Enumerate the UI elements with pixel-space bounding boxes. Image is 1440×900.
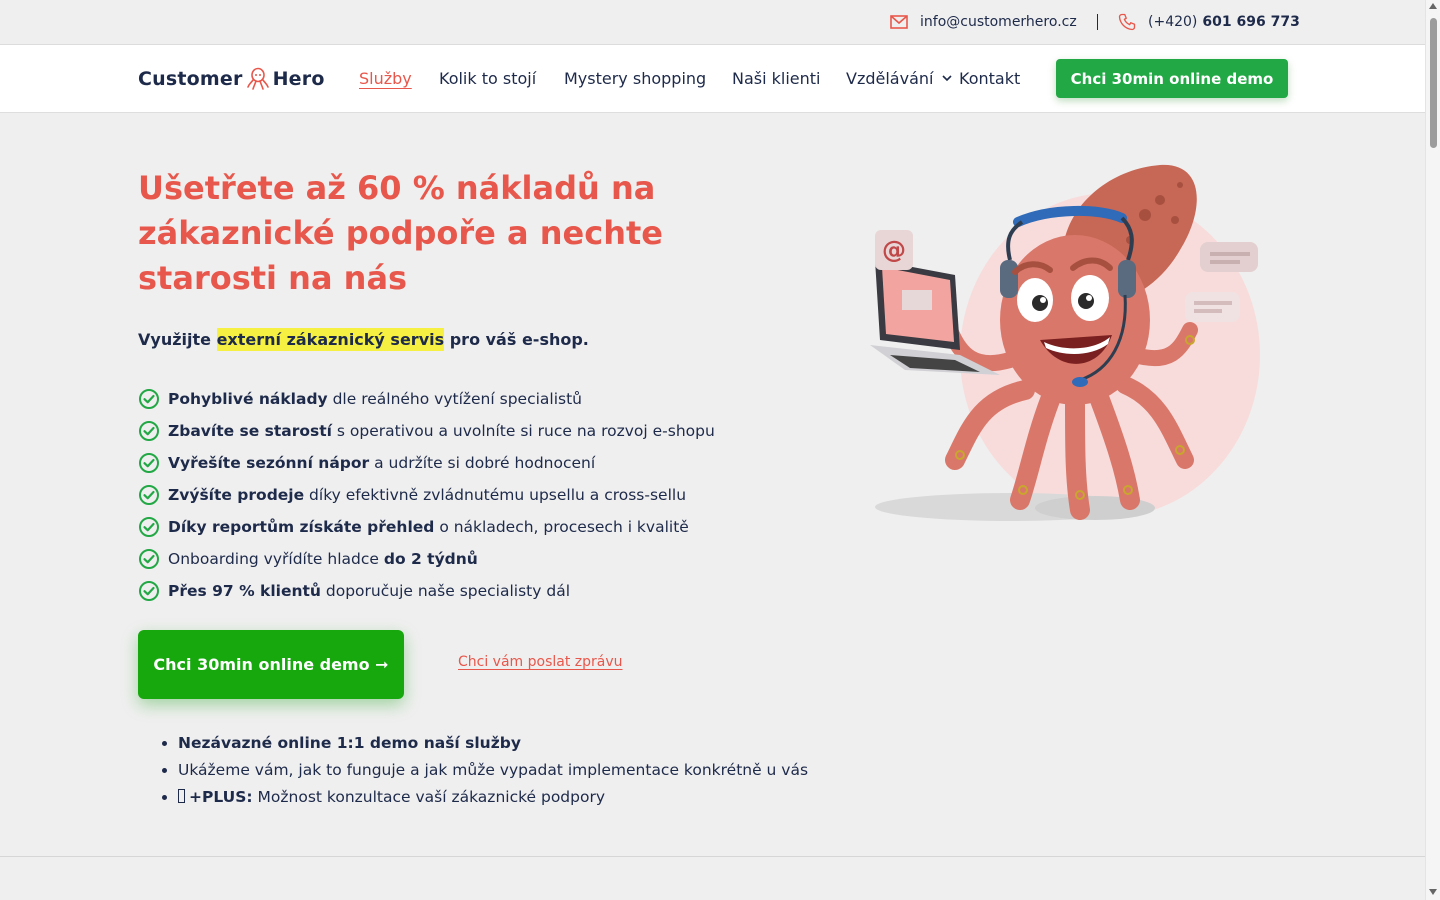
- check-circle-icon: [139, 389, 159, 409]
- contact-separator: [1097, 14, 1098, 30]
- lead-after: pro váš e-shop.: [449, 330, 589, 349]
- demo-point-text: Možnost konzultace vaší zákaznické podpo…: [252, 788, 606, 806]
- logo-text-left: Customer: [138, 68, 243, 90]
- demo-point-text: Ukážeme vám, jak to funguje a jak může v…: [178, 761, 809, 779]
- scroll-up-arrow-icon[interactable]: [1429, 3, 1437, 9]
- section-divider: [0, 856, 1425, 857]
- benefit-item: Zbavíte se starostí s operativou a uvoln…: [138, 415, 715, 447]
- demo-point-bold: +PLUS:: [189, 788, 253, 806]
- check-circle-icon: [139, 581, 159, 601]
- phone-number: 601 696 773: [1202, 14, 1300, 30]
- lead-before: Využijte: [138, 330, 211, 349]
- benefit-item: Vyřešíte sezónní nápor a udržíte si dobr…: [138, 447, 715, 479]
- octopus-logo-icon: [246, 67, 269, 90]
- octopus-mascot-illustration: @: [870, 164, 1260, 521]
- benefit-bold: Přes 97 % klientů: [168, 582, 321, 600]
- list-item: +PLUS: Možnost konzultace vaší zákaznick…: [178, 784, 808, 811]
- main-navigation: Customer Hero Služby Kolik to stojí Myst…: [0, 45, 1425, 113]
- check-circle-icon: [139, 453, 159, 473]
- hero-demo-button[interactable]: Chci 30min online demo ➞: [138, 630, 404, 699]
- benefit-bold: Vyřešíte sezónní nápor: [168, 454, 370, 472]
- nav-item-sluzby[interactable]: Služby: [359, 69, 412, 88]
- benefit-bold: Zbavíte se starostí: [168, 422, 332, 440]
- benefits-list: Pohyblivé náklady dle reálného vytížení …: [138, 383, 715, 607]
- list-item: Ukážeme vám, jak to funguje a jak může v…: [178, 757, 808, 784]
- demo-point-bold: Nezávazné online 1:1 demo naší služby: [178, 734, 521, 752]
- email-text: info@customerhero.cz: [920, 14, 1077, 30]
- benefit-item: Pohyblivé náklady dle reálného vytížení …: [138, 383, 715, 415]
- benefit-item: Zvýšíte prodeje díky efektivně zvládnuté…: [138, 479, 715, 511]
- chevron-down-icon: [941, 75, 952, 82]
- benefit-item: Přes 97 % klientů doporučuje naše specia…: [138, 575, 715, 607]
- hero-title: Ušetřete až 60 % nákladů na zákaznické p…: [138, 169, 663, 297]
- svg-text:@: @: [882, 236, 906, 264]
- missing-glyph-icon: [178, 789, 185, 803]
- nav-item-kontakt[interactable]: Kontakt: [959, 69, 1020, 88]
- benefit-pre: Onboarding vyřídíte hladce: [168, 550, 384, 568]
- lead-highlight: externí zákaznický servis: [216, 328, 445, 351]
- hero-lead: Využijte externí zákaznický servis pro v…: [138, 328, 589, 351]
- page-scrollbar[interactable]: [1425, 0, 1440, 900]
- benefit-bold: do 2 týdnů: [383, 550, 478, 568]
- benefit-text: o nákladech, procesech i kvalitě: [434, 518, 689, 536]
- benefit-text: dle reálného vytížení specialistů: [327, 390, 582, 408]
- phone-icon: [1118, 13, 1136, 31]
- check-circle-icon: [139, 549, 159, 569]
- send-message-link[interactable]: Chci vám poslat zprávu: [458, 654, 623, 670]
- site-logo[interactable]: Customer Hero: [138, 67, 325, 91]
- benefit-text: doporučuje naše specialisty dál: [320, 582, 570, 600]
- benefit-item: Onboarding vyřídíte hladce do 2 týdnů: [138, 543, 715, 575]
- demo-points-list: Nezávazné online 1:1 demo naší služby Uk…: [178, 730, 808, 811]
- phone-prefix: (+420): [1148, 14, 1198, 30]
- phone-link[interactable]: (+420) 601 696 773: [1118, 0, 1300, 44]
- scrollbar-thumb[interactable]: [1430, 18, 1437, 148]
- benefit-bold: Pohyblivé náklady: [168, 390, 328, 408]
- benefit-text: a udržíte si dobré hodnocení: [369, 454, 596, 472]
- benefit-text: s operativou a uvolníte si ruce na rozvo…: [332, 422, 715, 440]
- nav-item-vzdelavani-label: Vzdělávání: [846, 69, 934, 88]
- email-link[interactable]: info@customerhero.cz: [890, 0, 1077, 44]
- logo-text-right: Hero: [272, 68, 325, 90]
- benefit-text: díky efektivně zvládnutému upsellu a cro…: [304, 486, 687, 504]
- list-item: Nezávazné online 1:1 demo naší služby: [178, 730, 808, 757]
- top-contact-bar: info@customerhero.cz (+420) 601 696 773: [0, 0, 1425, 45]
- benefit-bold: Zvýšíte prodeje: [168, 486, 305, 504]
- nav-item-nasi-klienti[interactable]: Naši klienti: [732, 69, 821, 88]
- nav-item-kolik-to-stoji[interactable]: Kolik to stojí: [439, 69, 536, 88]
- nav-item-vzdelavani[interactable]: Vzdělávání: [846, 69, 952, 88]
- check-circle-icon: [139, 517, 159, 537]
- mail-icon: [890, 15, 908, 29]
- nav-demo-button[interactable]: Chci 30min online demo: [1056, 59, 1288, 98]
- nav-item-mystery-shopping[interactable]: Mystery shopping: [564, 69, 706, 88]
- check-circle-icon: [139, 421, 159, 441]
- benefit-bold: Díky reportům získáte přehled: [168, 518, 435, 536]
- scroll-down-arrow-icon[interactable]: [1429, 889, 1437, 895]
- check-circle-icon: [139, 485, 159, 505]
- benefit-item: Díky reportům získáte přehled o nákladec…: [138, 511, 715, 543]
